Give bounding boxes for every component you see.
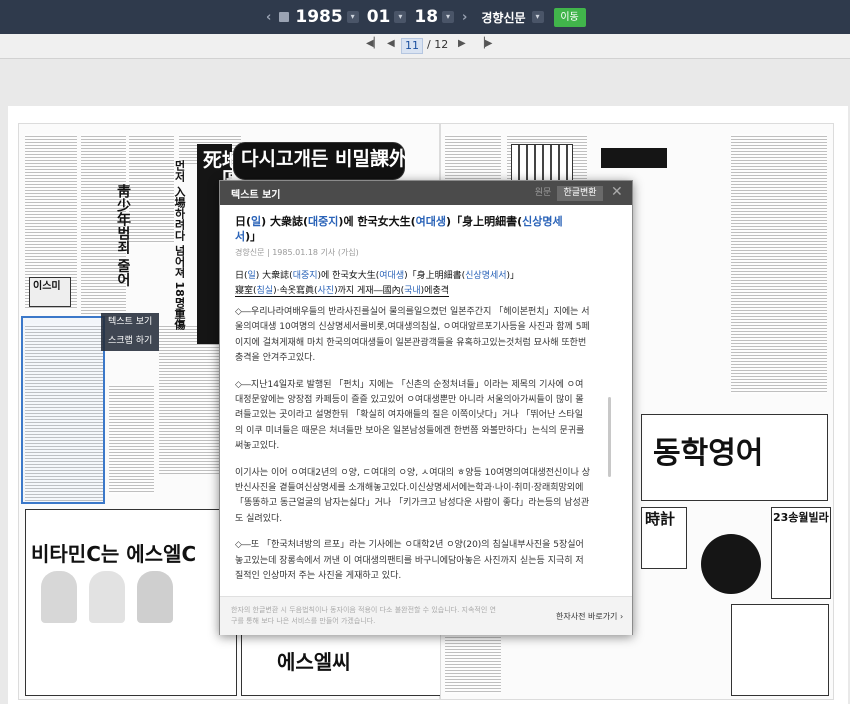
ad-circle	[701, 534, 761, 594]
top-headline: 다시고개든 비밀課外	[241, 148, 408, 170]
year-value[interactable]: 1985	[295, 7, 342, 27]
next-page-icon[interactable]: ▶	[458, 38, 466, 49]
text-view-modal: 텍스트 보기 원문 한글변환 ✕ 日(일) 大衆誌(대중지)에 한국女大生(여대…	[219, 180, 633, 635]
ad-villa: 23송월빌라	[773, 511, 829, 524]
conversion-notice: 한자의 한글변환 시 두음법칙이나 동자이음 적용이 다소 불완전할 수 있습니…	[231, 606, 496, 625]
month-dropdown-icon[interactable]: ▾	[394, 11, 407, 23]
hanja-dictionary-link[interactable]: 한자사전 바로가기 ›	[556, 611, 623, 622]
tab-hangul[interactable]: 한글변환	[557, 186, 603, 201]
page-pager: ◀▏ ◀ 11 / 12 ▶ ▕▶	[0, 34, 850, 59]
ad-slc: 에스엘씨	[277, 650, 351, 674]
top-navigation-bar: ‹ 1985 ▾ 01 ▾ 18 ▾ › 경향신문 ▾ 이동	[0, 0, 850, 34]
tab-original[interactable]: 원문	[531, 186, 555, 201]
ad-vitamin-headline: 비타민C는 에스엘C	[31, 542, 197, 566]
prev-date-arrow-icon[interactable]: ‹	[266, 10, 271, 25]
calendar-icon[interactable]	[279, 12, 290, 22]
modal-scrollbar[interactable]	[608, 397, 611, 477]
newspaper-dropdown-icon[interactable]: ▾	[531, 11, 544, 23]
newspaper-select[interactable]: 경향신문	[481, 9, 525, 26]
ad-face-image	[89, 571, 125, 623]
first-page-icon[interactable]: ◀▏	[366, 38, 381, 49]
vertical-headline-3: 靑少年범죄 줄어	[115, 184, 131, 287]
last-page-icon[interactable]: ▕▶	[477, 38, 492, 49]
total-pages: / 12	[427, 38, 449, 51]
ad-ismi: 이스미	[33, 281, 61, 292]
article-headline: 日(일) 大衆誌(대중지)에 한국女大生(여대생)「身上明細書(신상명세서)」	[235, 215, 563, 243]
section-banner	[601, 148, 667, 168]
article-paragraph: 이기사는 이어 ㅇ여대2년의 ㅇ양, ㄷ여대의 ㅇ양, ㅅ여대의 ㅎ양등 10여…	[235, 467, 591, 524]
article-paragraph: ◇―지난14일자로 발행된 「펀치」지에는 「신촌의 순정처녀들」이라는 제목의…	[235, 379, 585, 452]
context-menu-scrap[interactable]: 스크랩 하기	[101, 332, 159, 351]
day-value[interactable]: 18	[414, 7, 438, 27]
selected-article-outline[interactable]	[21, 316, 105, 504]
article-context-menu: 텍스트 보기 스크랩 하기	[101, 313, 159, 351]
ad-face-image	[137, 571, 173, 623]
year-dropdown-icon[interactable]: ▾	[346, 11, 359, 23]
article-meta: 경향신문 | 1985.01.18 기사 (가십)	[235, 248, 359, 257]
go-button[interactable]: 이동	[553, 7, 586, 27]
context-menu-view-text[interactable]: 텍스트 보기	[101, 313, 159, 332]
day-dropdown-icon[interactable]: ▾	[442, 11, 455, 23]
ad-bottom-block	[731, 604, 829, 696]
month-value[interactable]: 01	[367, 7, 391, 27]
vertical-headline-2: 먼저 入場하려다 넘어져 18명重傷	[173, 160, 186, 330]
modal-footer: 한자의 한글변환 시 두음법칙이나 동자이음 적용이 다소 불완전할 수 있습니…	[220, 596, 632, 635]
modal-header: 텍스트 보기 원문 한글변환 ✕	[220, 181, 632, 205]
ad-english: 동학영어	[653, 436, 764, 471]
current-page-number[interactable]: 11	[401, 38, 423, 54]
modal-title: 텍스트 보기	[231, 190, 281, 201]
date-navigator: ‹ 1985 ▾ 01 ▾ 18 ▾ › 경향신문 ▾ 이동	[266, 6, 586, 28]
article-body[interactable]: ◇―우리나라여배우들의 반라사진를실어 물의를일으켰던 일본주간지 「헤이본펀치…	[235, 305, 591, 589]
prev-page-icon[interactable]: ◀	[387, 38, 395, 49]
ad-watch: 時計	[645, 510, 676, 528]
article-subheadline: 日(일) 大衆誌(대중지)에 한국女大生(여대생)「身上明細書(신상명세서)」 …	[235, 271, 520, 297]
article-paragraph: ◇―또 「한국처녀방의 르포」라는 기사에는 ㅇ대학2년 ㅇ양(20)의 침실내…	[235, 540, 584, 582]
close-icon[interactable]: ✕	[611, 184, 623, 200]
next-date-arrow-icon[interactable]: ›	[462, 10, 467, 25]
ad-face-image	[41, 571, 77, 623]
article-paragraph: ◇―우리나라여배우들의 반라사진를실어 물의를일으켰던 일본주간지 「헤이본펀치…	[235, 307, 590, 364]
